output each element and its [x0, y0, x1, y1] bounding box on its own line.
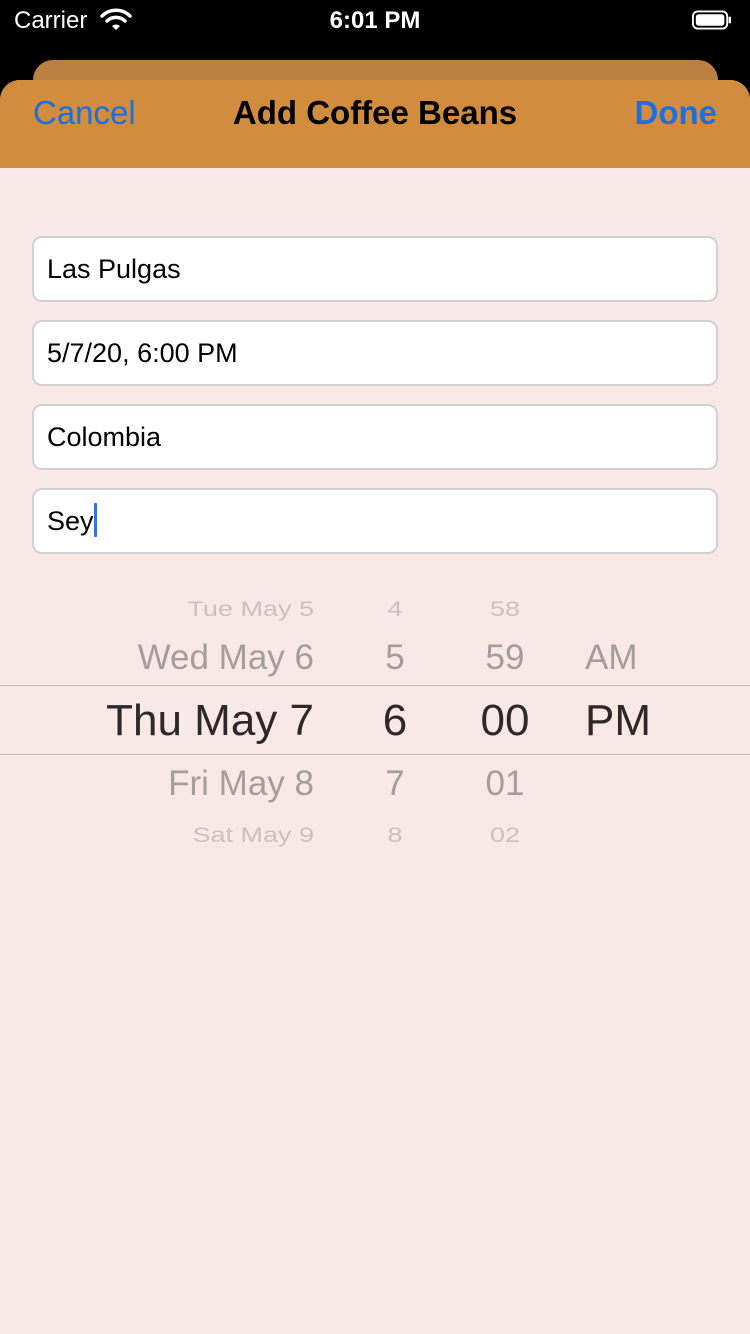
- status-time: 6:01 PM: [329, 7, 421, 34]
- picker-date-option[interactable]: Tue May 5: [187, 597, 314, 621]
- picker-date-option[interactable]: Sat May 9: [192, 823, 314, 847]
- picker-minute-option[interactable]: 01: [452, 764, 558, 804]
- picker-date-option[interactable]: Wed May 6: [138, 638, 314, 678]
- picker-ampm-option[interactable]: AM: [585, 638, 638, 678]
- done-button[interactable]: Done: [635, 94, 718, 132]
- roaster-field[interactable]: Sey: [32, 488, 718, 554]
- battery-icon: [692, 10, 732, 30]
- picker-minute-option[interactable]: 58: [452, 597, 558, 621]
- picker-minute-selected[interactable]: 00: [452, 696, 558, 746]
- picker-hour-option[interactable]: 8: [340, 823, 450, 847]
- date-field[interactable]: 5/7/20, 6:00 PM: [32, 320, 718, 386]
- name-field-value: Las Pulgas: [47, 254, 181, 284]
- roaster-field-text: Sey: [47, 506, 94, 536]
- picker-hour-option[interactable]: 4: [340, 597, 450, 621]
- picker-date-selected[interactable]: Thu May 7: [106, 696, 314, 746]
- add-coffee-beans-sheet: Cancel Add Coffee Beans Done Las Pulgas …: [0, 80, 750, 1334]
- picker-ampm-selected[interactable]: PM: [585, 696, 651, 746]
- origin-field-value: Colombia: [47, 422, 162, 452]
- picker-hour-option[interactable]: 5: [340, 638, 450, 678]
- roaster-field-value: Sey: [47, 502, 97, 537]
- date-field-value: 5/7/20, 6:00 PM: [47, 338, 238, 368]
- text-cursor: [93, 502, 97, 537]
- picker-hour-option[interactable]: 7: [340, 764, 450, 804]
- picker-minute-option[interactable]: 59: [452, 638, 558, 678]
- picker-hour-selected[interactable]: 6: [340, 696, 450, 746]
- picker-minute-option[interactable]: 02: [452, 823, 558, 847]
- date-time-picker[interactable]: Tue May 5 Wed May 6 Thu May 7 Fri May 8 …: [0, 570, 750, 870]
- picker-date-option[interactable]: Fri May 8: [168, 764, 314, 804]
- navigation-bar: Cancel Add Coffee Beans Done: [0, 80, 750, 168]
- origin-field[interactable]: Colombia: [32, 404, 718, 470]
- name-field[interactable]: Las Pulgas: [32, 236, 718, 302]
- status-bar: Carrier 6:01 PM: [0, 0, 750, 40]
